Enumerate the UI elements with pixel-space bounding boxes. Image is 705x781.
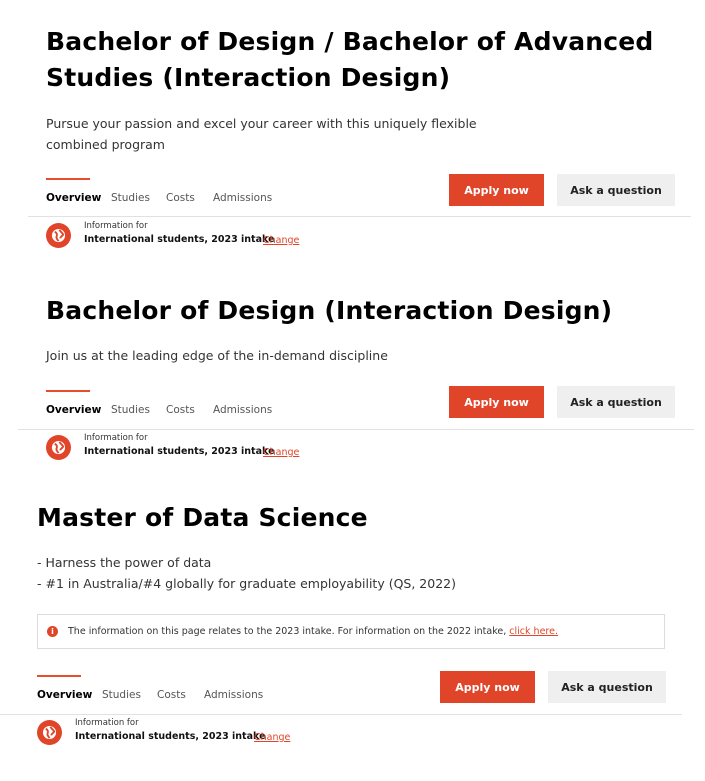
program-title: Master of Data Science bbox=[37, 500, 368, 536]
program-subtitle-line2: combined program bbox=[46, 137, 165, 152]
program-subtitle-line1: - Harness the power of data bbox=[37, 555, 212, 570]
notice-message: The information on this page relates to … bbox=[68, 626, 507, 637]
tab-admissions[interactable]: Admissions bbox=[213, 404, 272, 416]
change-link[interactable]: Change bbox=[254, 732, 290, 743]
program-title: Bachelor of Design (Interaction Design) bbox=[46, 293, 612, 329]
divider bbox=[28, 216, 691, 217]
program-tabs: Overview Studies Costs Admissions bbox=[46, 178, 306, 218]
program-title-line1: Master of Data Science bbox=[37, 503, 368, 532]
intake-info: Information for International students, … bbox=[46, 221, 346, 255]
tab-costs[interactable]: Costs bbox=[157, 689, 186, 701]
divider bbox=[18, 429, 694, 430]
tab-costs[interactable]: Costs bbox=[166, 404, 195, 416]
tab-overview[interactable]: Overview bbox=[46, 390, 101, 416]
tab-overview[interactable]: Overview bbox=[37, 675, 92, 701]
tab-admissions[interactable]: Admissions bbox=[204, 689, 263, 701]
tab-costs[interactable]: Costs bbox=[166, 192, 195, 204]
tab-admissions[interactable]: Admissions bbox=[213, 192, 272, 204]
program-subtitle: Join us at the leading edge of the in-de… bbox=[46, 345, 388, 366]
ask-question-button[interactable]: Ask a question bbox=[548, 671, 666, 703]
change-link[interactable]: Change bbox=[263, 447, 299, 458]
info-value: International students, 2023 intake bbox=[75, 731, 266, 742]
click-here-link[interactable]: click here. bbox=[509, 626, 558, 637]
program-title: Bachelor of Design / Bachelor of Advance… bbox=[46, 24, 654, 96]
intake-info: Information for International students, … bbox=[46, 433, 346, 467]
program-subtitle-line1: Pursue your passion and excel your caree… bbox=[46, 116, 477, 131]
info-value: International students, 2023 intake bbox=[84, 234, 275, 245]
ask-question-button[interactable]: Ask a question bbox=[557, 174, 675, 206]
apply-now-button[interactable]: Apply now bbox=[449, 386, 544, 418]
program-subtitle: - Harness the power of data - #1 in Aust… bbox=[37, 552, 456, 594]
tab-overview[interactable]: Overview bbox=[46, 178, 101, 204]
program-subtitle-line1: Join us at the leading edge of the in-de… bbox=[46, 348, 388, 363]
tab-studies[interactable]: Studies bbox=[102, 689, 141, 701]
divider bbox=[0, 714, 682, 715]
globe-icon bbox=[46, 223, 71, 248]
tab-studies[interactable]: Studies bbox=[111, 192, 150, 204]
program-title-line1: Bachelor of Design (Interaction Design) bbox=[46, 296, 613, 325]
program-tabs: Overview Studies Costs Admissions bbox=[37, 675, 297, 715]
intake-info: Information for International students, … bbox=[37, 718, 337, 752]
intake-notice: i The information on this page relates t… bbox=[37, 614, 665, 649]
change-link[interactable]: Change bbox=[263, 235, 299, 246]
tab-studies[interactable]: Studies bbox=[111, 404, 150, 416]
globe-icon bbox=[37, 720, 62, 745]
program-title-line1: Bachelor of Design / Bachelor of Advance… bbox=[46, 27, 654, 56]
program-subtitle: Pursue your passion and excel your caree… bbox=[46, 113, 477, 155]
apply-now-button[interactable]: Apply now bbox=[449, 174, 544, 206]
info-label: Information for bbox=[84, 221, 148, 231]
info-icon: i bbox=[47, 626, 58, 637]
program-title-line2: Studies (Interaction Design) bbox=[46, 63, 451, 92]
notice-text: The information on this page relates to … bbox=[68, 626, 558, 637]
program-subtitle-line2: - #1 in Australia/#4 globally for gradua… bbox=[37, 576, 456, 591]
info-label: Information for bbox=[75, 718, 139, 728]
program-tabs: Overview Studies Costs Admissions bbox=[46, 390, 306, 430]
globe-icon bbox=[46, 435, 71, 460]
info-value: International students, 2023 intake bbox=[84, 446, 275, 457]
info-label: Information for bbox=[84, 433, 148, 443]
apply-now-button[interactable]: Apply now bbox=[440, 671, 535, 703]
ask-question-button[interactable]: Ask a question bbox=[557, 386, 675, 418]
